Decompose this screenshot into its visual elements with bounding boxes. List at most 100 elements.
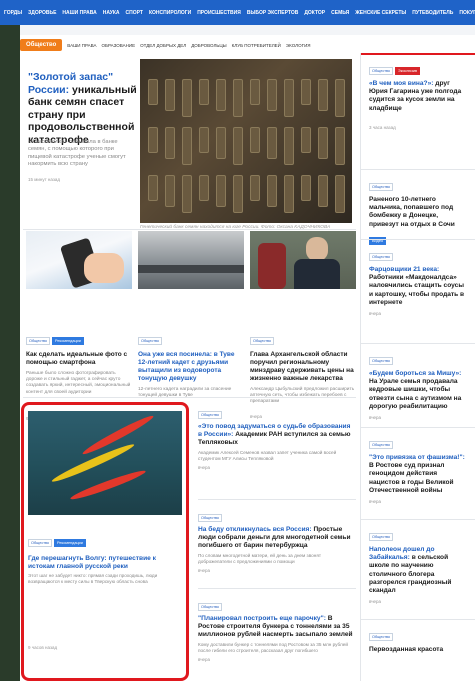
top-nav-item[interactable]: Конспирологи — [149, 10, 191, 16]
side-news-title-rest[interactable]: Работники «Макдоналдса» наловчились стащ… — [369, 274, 464, 306]
side-news-title[interactable]: Наполеон дошел до Забайкалья: в сельской… — [369, 546, 469, 595]
featured-description: «Комсомолка» побывала в банке семян, с п… — [28, 139, 126, 168]
side-news-title[interactable]: Раненого 10-летнего мальчика, попавшего … — [369, 196, 469, 229]
seed-jar-shape — [233, 127, 243, 165]
top-nav-item[interactable]: Доктор — [304, 10, 325, 16]
tag-society[interactable]: Общество — [250, 337, 275, 345]
top-nav-item[interactable]: Покупк — [459, 10, 475, 16]
section-badge[interactable]: Общество — [20, 39, 63, 51]
card-image-phone[interactable] — [26, 231, 132, 289]
subnav-link-ecology[interactable]: Экология — [286, 43, 311, 48]
list-item-title[interactable]: На беду откликнулась вся Россия: Простые… — [198, 526, 356, 551]
side-news-title-highlight[interactable]: "Это привязка от фашизма!": — [369, 454, 465, 461]
seed-jar-shape — [148, 79, 158, 105]
subnav-link-education[interactable]: Образование — [102, 43, 136, 48]
subnav-link-volunteers[interactable]: Добровольцы — [191, 43, 226, 48]
side-news-time: вчера — [369, 599, 382, 605]
tag-society[interactable]: Общество — [369, 441, 394, 449]
card-image-governor[interactable] — [250, 231, 356, 289]
list-item-title[interactable]: «Это повод задуматься о судьбе образован… — [198, 423, 356, 448]
tag-society[interactable]: Общество — [369, 183, 394, 191]
seed-jar-shape — [267, 127, 277, 159]
seed-jar-shape — [182, 127, 192, 165]
list-item-title[interactable]: "Планировал построить еще парочку": В Ро… — [198, 615, 356, 640]
top-nav-item[interactable]: Здоровье — [28, 10, 56, 16]
side-news-item[interactable]: Общество Первозданная красота — [369, 625, 469, 654]
side-news-title-highlight[interactable]: «Будем бороться за Мишу»: — [369, 370, 461, 377]
top-nav-item[interactable]: Наука — [103, 10, 120, 16]
subnav-link-consumers[interactable]: Клуб потребителей — [232, 43, 281, 48]
tag-society[interactable]: Общество — [26, 337, 51, 345]
subnav-link-rights[interactable]: Ваши права — [67, 43, 96, 48]
seed-jar-shape — [216, 79, 226, 111]
side-news-title-rest[interactable]: В Ростове суд признал геноцидом действия… — [369, 462, 454, 494]
article-card[interactable]: Общество Рекомендации Как сделать идеальн… — [26, 231, 132, 421]
side-news-title[interactable]: "Это привязка от фашизма!": В Ростове су… — [369, 454, 469, 495]
article-card[interactable]: Общество Она уже вся посинела: в Туве 12… — [138, 231, 244, 424]
side-news-title[interactable]: «В чем моя вина?»: друг Юрия Гагарина уж… — [369, 80, 469, 113]
tag-society[interactable]: Общество — [198, 514, 223, 522]
tag-recommendations[interactable]: Рекомендации — [52, 337, 84, 345]
side-news-item[interactable]: Общество Фарцовщики 21 века: Работники «… — [369, 245, 469, 316]
tag-society[interactable]: Общество — [198, 603, 223, 611]
top-nav-item[interactable]: Спорт — [126, 10, 143, 16]
divider — [361, 169, 475, 170]
tag-recommendations[interactable]: Рекомендации — [54, 539, 86, 547]
side-news-title-rest[interactable]: На Урале семья продавала кедровые шишки,… — [369, 378, 461, 410]
seed-jar-shape — [318, 175, 328, 207]
divider — [361, 619, 475, 620]
featured-title[interactable]: "Золотой запас" России: уникальный банк … — [28, 71, 138, 146]
top-nav-item[interactable]: Выбор экспертов — [247, 10, 299, 16]
side-news-item[interactable]: Общество "Это привязка от фашизма!": В Р… — [369, 433, 469, 504]
top-nav-item[interactable]: Женские секреты — [355, 10, 406, 16]
tag-society[interactable]: Общество — [369, 357, 394, 365]
card-title-text[interactable]: Она уже вся посинела: в Туве 12-летний к… — [138, 351, 234, 382]
seed-jar-shape — [335, 175, 345, 213]
side-news-title[interactable]: Первозданная красота — [369, 646, 469, 654]
article-card[interactable]: Общество Рекомендации Где перешагнуть Вол… — [28, 411, 182, 650]
tag-society[interactable]: Общество — [138, 337, 163, 345]
top-nav-item[interactable]: Семья — [331, 10, 349, 16]
divider — [361, 343, 475, 344]
seed-jar-shape — [182, 79, 192, 117]
top-nav-item[interactable]: Путеводитель — [412, 10, 453, 16]
list-item[interactable]: Общество На беду откликнулась вся Россия… — [198, 506, 356, 588]
side-news-title[interactable]: «Будем бороться за Мишу»: На Урале семья… — [369, 370, 469, 411]
card-image-river[interactable] — [138, 231, 244, 289]
tag-society[interactable]: Общество — [369, 633, 394, 641]
card-title[interactable]: Как сделать идеальные фото с помощью сма… — [26, 351, 132, 367]
side-news-item[interactable]: Общество «Будем бороться за Мишу»: На Ур… — [369, 349, 469, 420]
featured-image[interactable] — [140, 59, 352, 223]
list-item-title-highlight[interactable]: "Планировал построить еще парочку": — [198, 615, 326, 622]
card-image-kayaks[interactable] — [28, 411, 182, 515]
tag-society[interactable]: Общество — [369, 67, 394, 75]
side-news-title[interactable]: Фарцовщики 21 века: Работники «Макдоналд… — [369, 266, 469, 307]
article-card[interactable]: Общество Глава Архангельской области пор… — [250, 231, 356, 419]
side-news-item[interactable]: Общество Эксклюзив «В чем моя вина?»: дру… — [369, 59, 469, 130]
side-news-title-highlight[interactable]: Фарцовщики 21 века: — [369, 266, 439, 273]
header-band — [20, 25, 475, 35]
side-news-item[interactable]: Общество Раненого 10-летнего мальчика, п… — [369, 175, 469, 247]
divider — [198, 499, 356, 500]
list-item[interactable]: Общество «Это повод задуматься о судьбе … — [198, 403, 356, 499]
list-item[interactable]: Общество "Планировал построить еще пароч… — [198, 595, 356, 662]
tag-exclusive[interactable]: Эксклюзив — [395, 67, 421, 75]
card-title[interactable]: Где перешагнуть Волгу: путешествие к ист… — [28, 555, 182, 571]
top-nav-item[interactable]: Наши права — [62, 10, 96, 16]
top-nav-item[interactable]: Происшествия — [197, 10, 241, 16]
top-nav-item[interactable]: Горды — [4, 10, 22, 16]
side-news-title-highlight[interactable]: «В чем моя вина?»: — [369, 80, 433, 87]
tag-society[interactable]: Общество — [198, 411, 223, 419]
tag-society[interactable]: Общество — [28, 539, 53, 547]
seed-jar-shape — [199, 127, 209, 153]
side-news-item[interactable]: Общество Наполеон дошел до Забайкалья: в… — [369, 525, 469, 604]
seed-jar-shape — [301, 175, 311, 201]
subnav-link-good-deeds[interactable]: Отдел добрых дел — [140, 43, 186, 48]
tag-society[interactable]: Общество — [369, 253, 394, 261]
card-title[interactable]: Глава Архангельской области поручил реги… — [250, 351, 356, 383]
card-title[interactable]: Она уже вся посинела: в Туве 12-летний к… — [138, 351, 244, 383]
list-item-title-highlight[interactable]: На беду откликнулась вся Россия: — [198, 526, 312, 533]
tag-society[interactable]: Общество — [369, 533, 394, 541]
divider — [23, 397, 356, 398]
video-badge[interactable]: Видео — [369, 236, 387, 245]
